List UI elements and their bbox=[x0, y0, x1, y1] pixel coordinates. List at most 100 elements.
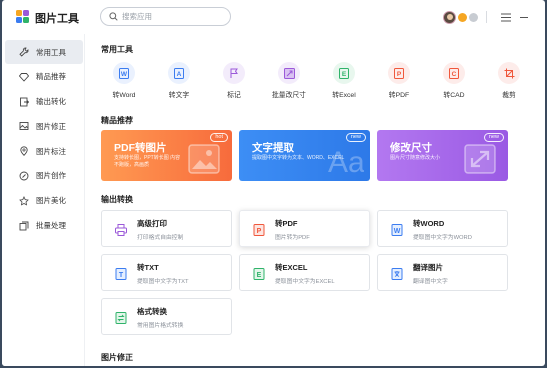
cad-icon: C bbox=[443, 62, 465, 84]
sidebar-item-label: 图片美化 bbox=[36, 196, 66, 206]
avatar[interactable] bbox=[443, 10, 456, 24]
output-name: 转WORD bbox=[413, 219, 445, 228]
tool-to-word[interactable]: W 转Word bbox=[100, 62, 148, 99]
card-title: PDF转图片 bbox=[114, 142, 167, 154]
svg-text:E: E bbox=[257, 272, 262, 279]
output-desc: 提取图中文字为TXT bbox=[137, 279, 189, 285]
output-desc: 常用图片格式转换 bbox=[137, 323, 184, 329]
output-name: 格式转换 bbox=[137, 307, 167, 316]
sidebar-item-image-fix[interactable]: 图片修正 bbox=[5, 114, 83, 138]
image-edit-icon bbox=[18, 121, 29, 132]
featured-card-text-extract[interactable]: 文字提取 提取图中文字转为文本、WORD、EXCEL new Aa bbox=[239, 130, 370, 181]
output-desc: 打印格式自由控制 bbox=[137, 235, 184, 241]
main-content: 常用工具 W 转Word A 转文字 标记 批量改尺寸 E 转Excel P 转… bbox=[86, 34, 545, 366]
pin-icon bbox=[18, 146, 29, 157]
output-name: 转EXCEL bbox=[275, 263, 308, 272]
svg-text:E: E bbox=[342, 71, 347, 78]
tool-to-pdf[interactable]: P 转PDF bbox=[375, 62, 423, 99]
svg-text:A: A bbox=[177, 71, 182, 78]
wrench-icon bbox=[18, 47, 29, 58]
tool-to-cad[interactable]: C 转CAD bbox=[430, 62, 478, 99]
tool-label: 批量改尺寸 bbox=[272, 92, 306, 99]
menu-icon[interactable] bbox=[499, 10, 513, 24]
output-name: 转PDF bbox=[275, 219, 298, 228]
output-desc: 提取图中文字为WORD bbox=[413, 235, 472, 241]
tool-crop[interactable]: 裁剪 bbox=[485, 62, 533, 99]
resize-icon bbox=[278, 62, 300, 84]
new-tag: new bbox=[483, 133, 504, 142]
sidebar: 常用工具 精品推荐 输出转化 图片修正 图片标注 图片创作 图片美化 批量处理 bbox=[2, 34, 85, 366]
tool-mark[interactable]: 标记 bbox=[210, 62, 258, 99]
sidebar-item-batch[interactable]: 批量处理 bbox=[5, 214, 83, 238]
tool-to-text[interactable]: A 转文字 bbox=[155, 62, 203, 99]
card-desc: 图片尺寸随意修改大小 bbox=[390, 155, 441, 161]
excel-icon: E bbox=[333, 62, 355, 84]
output-item-to-pdf[interactable]: P 转PDF 图片转为PDF bbox=[239, 210, 370, 247]
svg-text:P: P bbox=[397, 71, 402, 78]
excel-icon: E bbox=[253, 267, 265, 280]
featured-card-resize[interactable]: 修改尺寸 图片尺寸随意修改大小 new bbox=[377, 130, 508, 181]
batch-icon bbox=[18, 220, 29, 231]
card-title: 文字提取 bbox=[252, 142, 294, 154]
image-illustration-icon bbox=[188, 144, 220, 174]
sidebar-item-output[interactable]: 输出转化 bbox=[5, 90, 83, 114]
search-input[interactable] bbox=[122, 9, 227, 24]
card-desc: 支持转长图，PPT转长图 内容不跑版，高画质 bbox=[114, 155, 181, 168]
gem-icon bbox=[18, 71, 29, 82]
app-title: 图片工具 bbox=[35, 13, 79, 25]
status-badge-icon[interactable] bbox=[469, 12, 478, 22]
sidebar-item-label: 输出转化 bbox=[36, 97, 66, 107]
common-tools-row: W 转Word A 转文字 标记 批量改尺寸 E 转Excel P 转PDF C… bbox=[100, 62, 530, 102]
word-icon: W bbox=[391, 223, 403, 236]
output-item-to-txt[interactable]: T 转TXT 提取图中文字为TXT bbox=[101, 254, 232, 291]
svg-text:W: W bbox=[394, 228, 401, 235]
output-item-to-excel[interactable]: E 转EXCEL 提取图中文字为EXCEL bbox=[239, 254, 370, 291]
minimize-icon[interactable] bbox=[517, 10, 531, 24]
output-desc: 图片转为PDF bbox=[275, 235, 310, 241]
svg-text:T: T bbox=[119, 272, 124, 279]
hot-tag: hot bbox=[210, 133, 228, 142]
output-item-advanced-print[interactable]: 高级打印 打印格式自由控制 bbox=[101, 210, 232, 247]
app-logo-icon bbox=[16, 10, 29, 23]
section-title-common: 常用工具 bbox=[101, 45, 133, 54]
brush-icon bbox=[18, 170, 29, 181]
tool-label: 标记 bbox=[227, 92, 241, 99]
crop-icon bbox=[498, 62, 520, 84]
header-divider bbox=[486, 11, 487, 23]
sidebar-item-label: 常用工具 bbox=[36, 47, 66, 57]
pdf-icon: P bbox=[388, 62, 410, 84]
tool-label: 转文字 bbox=[168, 92, 190, 99]
sidebar-item-label: 图片修正 bbox=[36, 121, 66, 131]
sidebar-item-annotate[interactable]: 图片标注 bbox=[5, 139, 83, 163]
sidebar-item-create[interactable]: 图片创作 bbox=[5, 164, 83, 188]
resize-illustration-icon bbox=[464, 144, 496, 174]
output-name: 翻译图片 bbox=[413, 263, 443, 272]
sidebar-item-beautify[interactable]: 图片美化 bbox=[5, 189, 83, 213]
svg-text:C: C bbox=[452, 71, 457, 78]
tool-label: 裁剪 bbox=[502, 92, 516, 99]
output-item-translate-image[interactable]: 翻译图片 翻译图中文字 bbox=[377, 254, 508, 291]
tool-label: 转PDF bbox=[388, 92, 410, 99]
pdf-icon: P bbox=[253, 223, 265, 236]
sidebar-item-featured[interactable]: 精品推荐 bbox=[5, 65, 83, 89]
card-title: 修改尺寸 bbox=[390, 142, 432, 154]
search-box[interactable] bbox=[100, 7, 231, 26]
vip-badge-icon[interactable] bbox=[458, 12, 467, 22]
sidebar-item-common-tools[interactable]: 常用工具 bbox=[5, 40, 83, 64]
section-title-featured: 精品推荐 bbox=[101, 116, 133, 125]
featured-card-pdf-to-image[interactable]: PDF转图片 支持转长图，PPT转长图 内容不跑版，高画质 hot bbox=[101, 130, 232, 181]
output-item-format-convert[interactable]: 格式转换 常用图片格式转换 bbox=[101, 298, 232, 335]
tool-batch-resize[interactable]: 批量改尺寸 bbox=[265, 62, 313, 99]
sidebar-item-label: 批量处理 bbox=[36, 221, 66, 231]
text-illustration-icon: Aa bbox=[328, 146, 364, 178]
tool-label: 转Excel bbox=[332, 92, 356, 99]
tool-label: 转CAD bbox=[443, 92, 465, 99]
flag-icon bbox=[223, 62, 245, 84]
output-item-to-word[interactable]: W 转WORD 提取图中文字为WORD bbox=[377, 210, 508, 247]
output-name: 高级打印 bbox=[137, 219, 167, 228]
sidebar-item-label: 图片标注 bbox=[36, 146, 66, 156]
tool-to-excel[interactable]: E 转Excel bbox=[320, 62, 368, 99]
svg-text:Aa: Aa bbox=[328, 146, 364, 178]
text-icon: A bbox=[168, 62, 190, 84]
sidebar-item-label: 精品推荐 bbox=[36, 72, 66, 82]
